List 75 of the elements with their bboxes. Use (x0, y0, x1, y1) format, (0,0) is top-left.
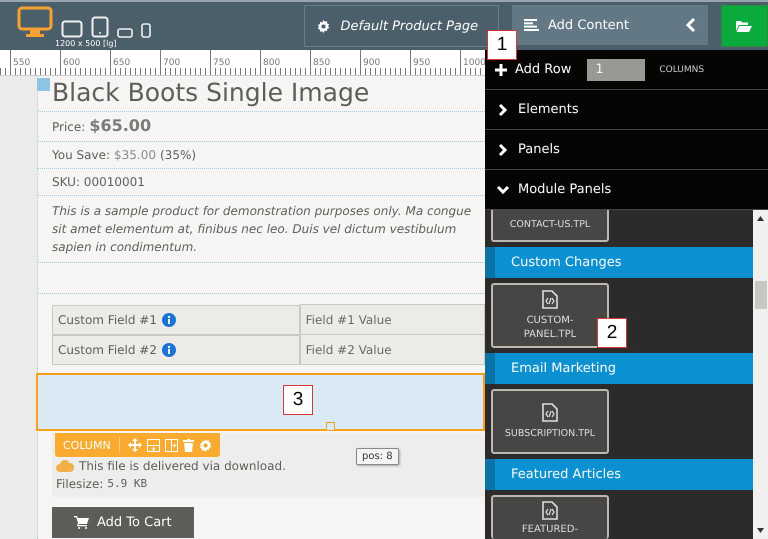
scroll-down-icon[interactable] (757, 528, 764, 533)
module-group-heading: Featured Articles (485, 459, 753, 490)
module-group-heading: Custom Changes (485, 247, 753, 278)
phone-icon (117, 28, 133, 38)
module-tile[interactable]: CUSTOM-PANEL.TPL (491, 283, 609, 348)
phone-icon (141, 23, 151, 38)
ruler-label: 600 (63, 58, 80, 68)
module-tile[interactable]: SUBSCRIPTION.TPL (491, 389, 609, 454)
savings-percent: (35%) (160, 148, 196, 162)
module-tile[interactable]: FEATURED- (491, 495, 609, 539)
chevron-left-icon (686, 18, 696, 32)
scrollbar[interactable] (753, 210, 768, 539)
folder-icon (736, 20, 752, 32)
field-name-cell: Custom Field #1 (52, 304, 300, 334)
ruler-label: 750 (213, 58, 230, 68)
plus-icon (495, 64, 507, 76)
page-selector-button[interactable]: Default Product Page (304, 5, 500, 47)
savings-amount: $35.00 (114, 148, 156, 162)
add-column-icon[interactable] (164, 438, 178, 452)
panel-section-toggle[interactable]: Elements (485, 90, 768, 130)
callout-label: 2 (597, 318, 627, 348)
columns-label: COLUMNS (659, 64, 704, 74)
field-value-cell: Field #1 Value (300, 304, 484, 334)
list-icon (524, 19, 540, 31)
settings-icon[interactable] (198, 438, 212, 452)
savings-label: You Save: (52, 148, 110, 162)
device-button[interactable] (91, 16, 109, 38)
code-file-icon (542, 402, 558, 422)
move-icon[interactable] (128, 438, 142, 452)
tablet-icon (61, 20, 83, 38)
ruler-label: 950 (413, 58, 430, 68)
callout-label: 3 (283, 385, 313, 415)
info-icon[interactable] (162, 312, 176, 326)
selected-row[interactable]: 3 (36, 373, 485, 431)
cart-icon (74, 516, 89, 529)
monitor-icon (17, 6, 53, 38)
device-button[interactable] (17, 6, 53, 38)
filesize-label: Filesize: (56, 477, 104, 491)
code-file-icon (542, 501, 558, 520)
module-tile[interactable]: CONTACT-US.TPL (491, 210, 609, 242)
ruler-label: 800 (263, 58, 280, 68)
cloud-icon (56, 460, 74, 472)
column-label: COLUMN (63, 438, 111, 452)
field-name-cell: Custom Field #2 (52, 334, 300, 364)
ruler-label: 650 (113, 58, 130, 68)
download-note: This file is delivered via download. (79, 459, 286, 473)
resize-handle[interactable] (326, 422, 335, 431)
ruler-label: 550 (13, 58, 30, 68)
module-group-heading: Email Marketing (485, 353, 753, 384)
add-content-button[interactable]: Add Content (512, 5, 708, 45)
scroll-up-icon[interactable] (757, 216, 764, 221)
panel-section-toggle[interactable]: Panels (485, 130, 768, 170)
field-value-cell: Field #2 Value (300, 334, 484, 364)
trash-icon[interactable] (182, 438, 194, 452)
ruler-label: 850 (313, 58, 330, 68)
device-button[interactable] (141, 23, 151, 38)
open-folder-button[interactable] (720, 5, 768, 47)
device-button[interactable] (61, 20, 83, 38)
info-icon[interactable] (162, 342, 176, 356)
gear-icon (317, 20, 330, 32)
resolution-label: 1200 x 500 [lg] (55, 39, 118, 48)
add-to-cart-button[interactable]: Add To Cart (52, 507, 194, 538)
price-label: Price: (52, 120, 86, 134)
tablet-icon (91, 16, 109, 38)
callout-label: 1 (487, 30, 517, 60)
add-row-icon[interactable] (146, 438, 160, 452)
scrollbar-thumb[interactable] (754, 281, 766, 309)
code-file-icon (542, 290, 558, 309)
price-value: $65.00 (89, 116, 152, 135)
position-tooltip: pos: 8 (356, 448, 399, 465)
filesize-value: 5.9 KB (107, 477, 148, 491)
ruler-label: 700 (163, 58, 180, 68)
ruler-label: 1000 (463, 58, 486, 68)
ruler-label: 900 (363, 58, 380, 68)
device-button[interactable] (117, 28, 133, 38)
